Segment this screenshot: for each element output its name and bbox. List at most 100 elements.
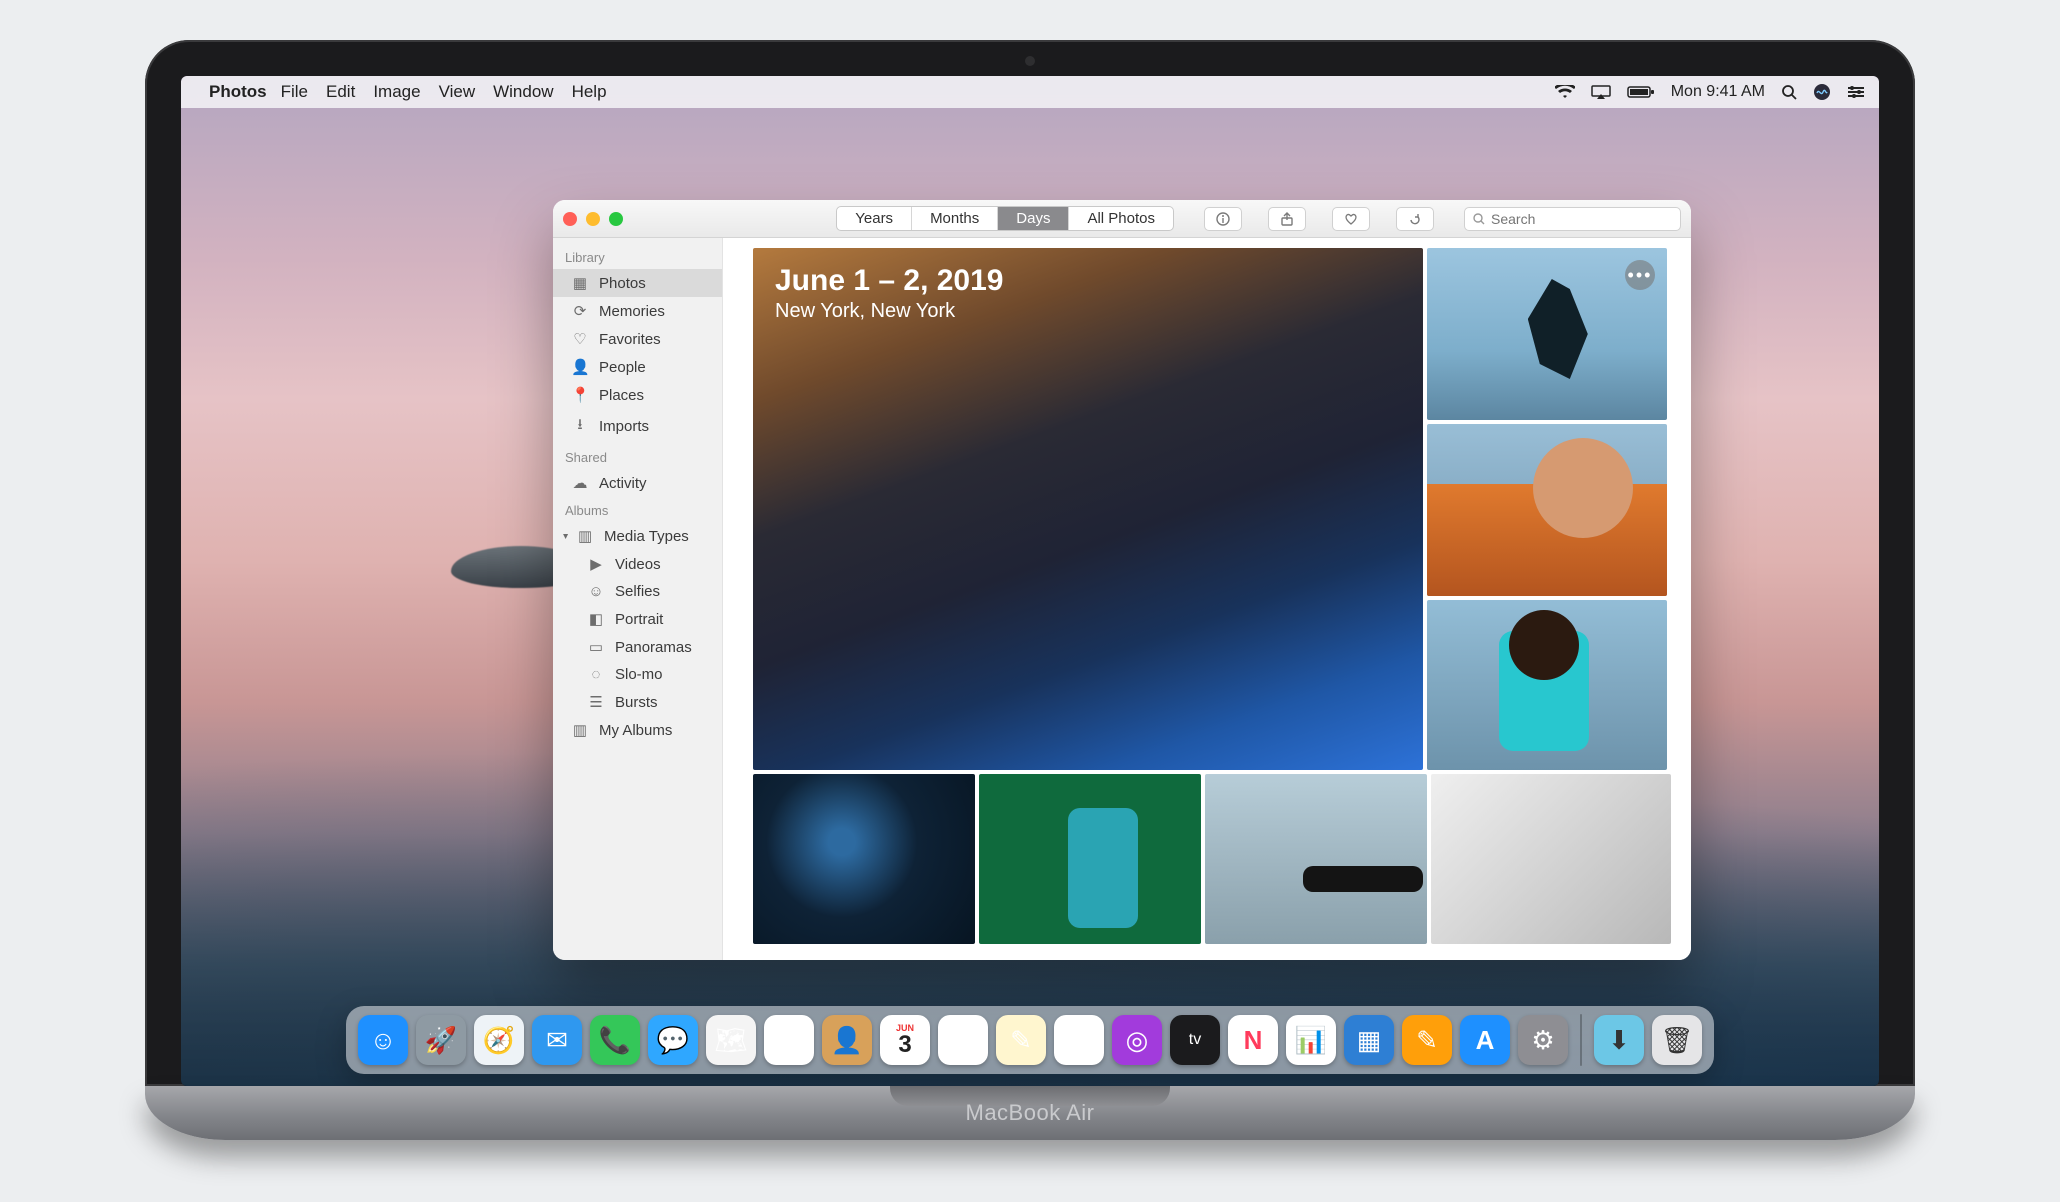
sidebar-item-favorites[interactable]: ♡Favorites	[553, 325, 722, 353]
sidebar-item-my-albums[interactable]: ▥My Albums	[553, 716, 722, 744]
dock-app-calendar[interactable]: JUN3	[880, 1015, 930, 1065]
laptop-base: MacBook Air	[145, 1086, 1915, 1140]
photo-thumbnail[interactable]	[1431, 774, 1671, 944]
menu-image[interactable]: Image	[373, 82, 420, 102]
menu-view[interactable]: View	[439, 82, 476, 102]
sidebar-section-albums: Albums	[553, 497, 722, 522]
sidebar-item-selfies[interactable]: ☺Selfies	[553, 578, 722, 605]
dock-app-settings[interactable]: ⚙	[1518, 1015, 1568, 1065]
siri-icon[interactable]	[1813, 83, 1831, 101]
dock-app-safari[interactable]: 🧭	[474, 1015, 524, 1065]
dock-app-finder[interactable]: ☺	[358, 1015, 408, 1065]
sidebar-item-label: Imports	[599, 418, 649, 435]
airplay-icon[interactable]	[1591, 85, 1611, 99]
segment-days[interactable]: Days	[998, 207, 1069, 230]
menu-edit[interactable]: Edit	[326, 82, 355, 102]
dock-app-messages[interactable]: 💬	[648, 1015, 698, 1065]
dock-app-news[interactable]: N	[1228, 1015, 1278, 1065]
dock-app-music[interactable]: ♪	[1054, 1015, 1104, 1065]
rotate-button[interactable]	[1396, 207, 1434, 231]
hero-photo[interactable]: June 1 – 2, 2019 New York, New York	[753, 248, 1423, 770]
more-button[interactable]: •••	[1625, 260, 1655, 290]
dock-downloads[interactable]: ⬇	[1594, 1015, 1644, 1065]
search-input[interactable]	[1491, 211, 1672, 227]
sidebar-item-label: Places	[599, 387, 644, 404]
sidebar-item-label: Media Types	[604, 528, 689, 545]
dock-trash[interactable]: 🗑	[1652, 1015, 1702, 1065]
dock-app-photos[interactable]: ✿	[764, 1015, 814, 1065]
pin-icon: 📍	[571, 386, 589, 404]
cube-icon: ◧	[587, 610, 605, 628]
photo-thumbnail[interactable]	[1427, 600, 1667, 770]
sidebar-item-videos[interactable]: ▶Videos	[553, 550, 722, 578]
heart-icon: ♡	[571, 330, 589, 348]
sidebar-item-slomo[interactable]: ◌Slo-mo	[553, 661, 722, 688]
sidebar-item-label: Bursts	[615, 694, 658, 711]
spotlight-icon[interactable]	[1781, 84, 1797, 100]
device-brand-label: MacBook Air	[966, 1100, 1095, 1126]
photo-grid: June 1 – 2, 2019 New York, New York •••	[723, 238, 1691, 960]
dock-app-notes[interactable]: ✎	[996, 1015, 1046, 1065]
info-button[interactable]	[1204, 207, 1242, 231]
wifi-icon[interactable]	[1555, 85, 1575, 99]
laptop-frame: Photos File Edit Image View Window Help …	[145, 40, 1915, 1140]
sidebar-item-portrait[interactable]: ◧Portrait	[553, 605, 722, 633]
dock-separator	[1580, 1014, 1582, 1066]
menubar-clock[interactable]: Mon 9:41 AM	[1671, 83, 1765, 101]
sidebar-item-label: Videos	[615, 556, 661, 573]
day-subtitle: New York, New York	[775, 300, 955, 323]
window-titlebar: Years Months Days All Photos	[553, 200, 1691, 238]
sidebar-item-imports[interactable]: ⭳Imports	[553, 409, 722, 444]
sidebar-item-memories[interactable]: ⟳Memories	[553, 297, 722, 325]
dock-app-facetime[interactable]: 📞	[590, 1015, 640, 1065]
sidebar-item-label: People	[599, 359, 646, 376]
segment-years[interactable]: Years	[837, 207, 912, 230]
share-button[interactable]	[1268, 207, 1306, 231]
photo-thumbnail[interactable]	[753, 774, 975, 944]
dock-app-pages[interactable]: ✎	[1402, 1015, 1452, 1065]
dock-app-appstore[interactable]: A	[1460, 1015, 1510, 1065]
sidebar-item-label: Panoramas	[615, 639, 692, 656]
close-button[interactable]	[563, 212, 577, 226]
dock-app-keynote[interactable]: ▦	[1344, 1015, 1394, 1065]
segment-all-photos[interactable]: All Photos	[1069, 207, 1173, 230]
dock-app-maps[interactable]: 🗺	[706, 1015, 756, 1065]
photo-thumbnail[interactable]	[1427, 424, 1667, 596]
memories-icon: ⟳	[571, 302, 589, 320]
favorite-button[interactable]	[1332, 207, 1370, 231]
menu-help[interactable]: Help	[572, 82, 607, 102]
dock-app-launchpad[interactable]: 🚀	[416, 1015, 466, 1065]
photo-thumbnail[interactable]	[1205, 774, 1427, 944]
pano-icon: ▭	[587, 638, 605, 656]
control-center-icon[interactable]	[1847, 85, 1865, 99]
sidebar-item-media-types[interactable]: ▸▥Media Types	[553, 522, 722, 550]
slomo-icon: ◌	[587, 666, 605, 683]
menubar: Photos File Edit Image View Window Help …	[181, 76, 1879, 108]
battery-icon[interactable]	[1627, 85, 1655, 99]
fullscreen-button[interactable]	[609, 212, 623, 226]
sidebar-item-places[interactable]: 📍 Places	[553, 381, 722, 409]
photo-thumbnail[interactable]: •••	[1427, 248, 1667, 420]
photo-thumbnail[interactable]	[979, 774, 1201, 944]
dock-app-podcasts[interactable]: ◎	[1112, 1015, 1162, 1065]
sidebar-item-activity[interactable]: ☁Activity	[553, 469, 722, 497]
segment-months[interactable]: Months	[912, 207, 998, 230]
disclosure-triangle-icon[interactable]: ▸	[560, 533, 571, 538]
sidebar-item-photos[interactable]: ▦Photos	[553, 269, 722, 297]
sidebar-item-bursts[interactable]: ☰Bursts	[553, 688, 722, 716]
dock-app-tv[interactable]: tv	[1170, 1015, 1220, 1065]
menubar-app-name[interactable]: Photos	[209, 82, 267, 102]
camera-dot	[1025, 56, 1035, 66]
dock-app-numbers[interactable]: 📊	[1286, 1015, 1336, 1065]
dock-app-mail[interactable]: ✉	[532, 1015, 582, 1065]
dock-app-reminders[interactable]: ☰	[938, 1015, 988, 1065]
menu-window[interactable]: Window	[493, 82, 553, 102]
search-field[interactable]	[1464, 207, 1681, 231]
dock-app-contacts[interactable]: 👤	[822, 1015, 872, 1065]
sidebar-item-panoramas[interactable]: ▭ Panoramas	[553, 633, 722, 661]
view-segmented-control: Years Months Days All Photos	[836, 206, 1174, 231]
sidebar-item-label: My Albums	[599, 722, 672, 739]
minimize-button[interactable]	[586, 212, 600, 226]
sidebar-item-people[interactable]: 👤People	[553, 353, 722, 381]
menu-file[interactable]: File	[281, 82, 308, 102]
